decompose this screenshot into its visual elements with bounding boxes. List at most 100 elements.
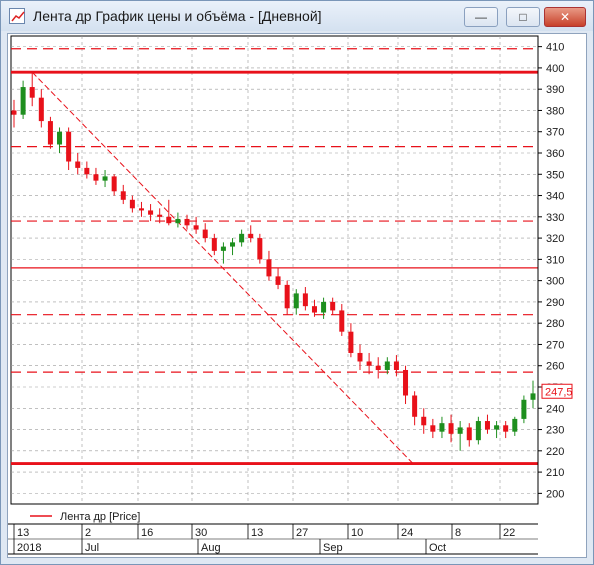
candle-body [393,361,399,370]
candle-body [57,131,63,145]
candle-body [157,214,163,217]
y-tick-label: 270 [546,339,564,351]
y-tick-label: 400 [546,63,564,75]
candle-body [512,418,518,432]
x-month-label: Aug [201,542,221,554]
candle-body [530,393,536,400]
candle-body [457,427,463,434]
candle-body [202,229,208,239]
candle-body [466,427,472,441]
candle-body [521,399,527,419]
candle-body [494,425,500,430]
candle-body [211,238,217,251]
y-tick-label: 220 [546,446,564,458]
y-tick-label: 410 [546,42,564,54]
x-month-label: 2018 [17,542,41,554]
y-tick-label: 290 [546,297,564,309]
candle-body [20,87,26,115]
candle-body [66,131,72,162]
candle-body [484,421,490,430]
y-tick-label: 360 [546,148,564,160]
price-chart[interactable]: 2002102202302402502602702802903003103203… [8,34,588,559]
candle-body [11,110,17,115]
x-day-label: 2 [85,527,91,539]
y-tick-label: 200 [546,488,564,500]
y-tick-label: 350 [546,169,564,181]
y-tick-label: 330 [546,212,564,224]
y-tick-label: 230 [546,425,564,437]
x-month-label: Sep [323,542,343,554]
candle-body [166,216,172,224]
candle-body [284,284,290,309]
x-day-label: 16 [141,527,153,539]
candle-body [357,352,363,362]
candle-body [321,301,327,313]
candle-body [248,233,254,239]
close-button[interactable]: ✕ [544,7,586,27]
x-day-label: 30 [195,527,207,539]
candle-body [302,293,308,307]
x-day-label: 13 [17,527,29,539]
x-day-label: 22 [503,527,515,539]
y-tick-label: 300 [546,276,564,288]
y-tick-label: 280 [546,318,564,330]
candle-body [348,331,354,353]
candle-body [439,423,445,432]
candle-body [29,87,35,98]
candle-body [257,238,263,260]
candle-body [184,218,190,226]
y-tick-label: 380 [546,105,564,117]
candle-body [503,425,509,432]
maximize-button[interactable]: □ [506,7,540,27]
y-tick-label: 370 [546,127,564,139]
app-icon [9,8,25,24]
candle-body [193,225,199,230]
y-tick-label: 210 [546,467,564,479]
candle-body [421,416,427,426]
candle-body [220,246,226,251]
y-tick-label: 340 [546,191,564,203]
legend-label: Лента др [Price] [60,511,140,523]
y-tick-label: 240 [546,403,564,415]
candle-body [138,208,144,211]
chart-area[interactable]: 2002102202302402502602702802903003103203… [7,33,587,558]
candle-body [412,395,418,417]
candle-body [339,310,345,332]
minimize-button[interactable]: — [464,7,498,27]
close-icon: ✕ [559,10,571,24]
y-tick-label: 390 [546,84,564,96]
y-tick-label: 310 [546,254,564,266]
x-month-label: Oct [429,542,446,554]
x-day-label: 27 [296,527,308,539]
candle-body [84,167,90,175]
y-tick-label: 260 [546,361,564,373]
candle-body [148,210,154,215]
window-title: Лента др График цены и объёма - [Дневной… [33,8,322,24]
candle-body [120,191,126,200]
candle-body [129,199,135,209]
candle-body [266,259,272,277]
candle-body [366,361,372,366]
last-price-label: 247,5 [545,386,573,398]
candle-body [275,276,281,285]
candle-body [375,365,381,370]
minimize-icon: — [475,10,487,24]
x-day-label: 10 [351,527,363,539]
candle-body [311,306,317,313]
candle-body [47,121,53,145]
candle-body [175,218,181,224]
candle-body [75,161,81,168]
x-day-label: 13 [251,527,263,539]
candle-body [38,97,44,122]
candle-body [93,174,99,181]
candle-body [448,423,454,434]
chart-window: Лента др График цены и объёма - [Дневной… [0,0,594,565]
title-bar[interactable]: Лента др График цены и объёма - [Дневной… [1,1,593,31]
candle-body [475,421,481,441]
candle-body [430,425,436,432]
candle-body [403,369,409,396]
x-month-label: Jul [85,542,99,554]
maximize-icon: □ [519,10,527,24]
candle-body [293,293,299,309]
candle-body [230,242,236,247]
